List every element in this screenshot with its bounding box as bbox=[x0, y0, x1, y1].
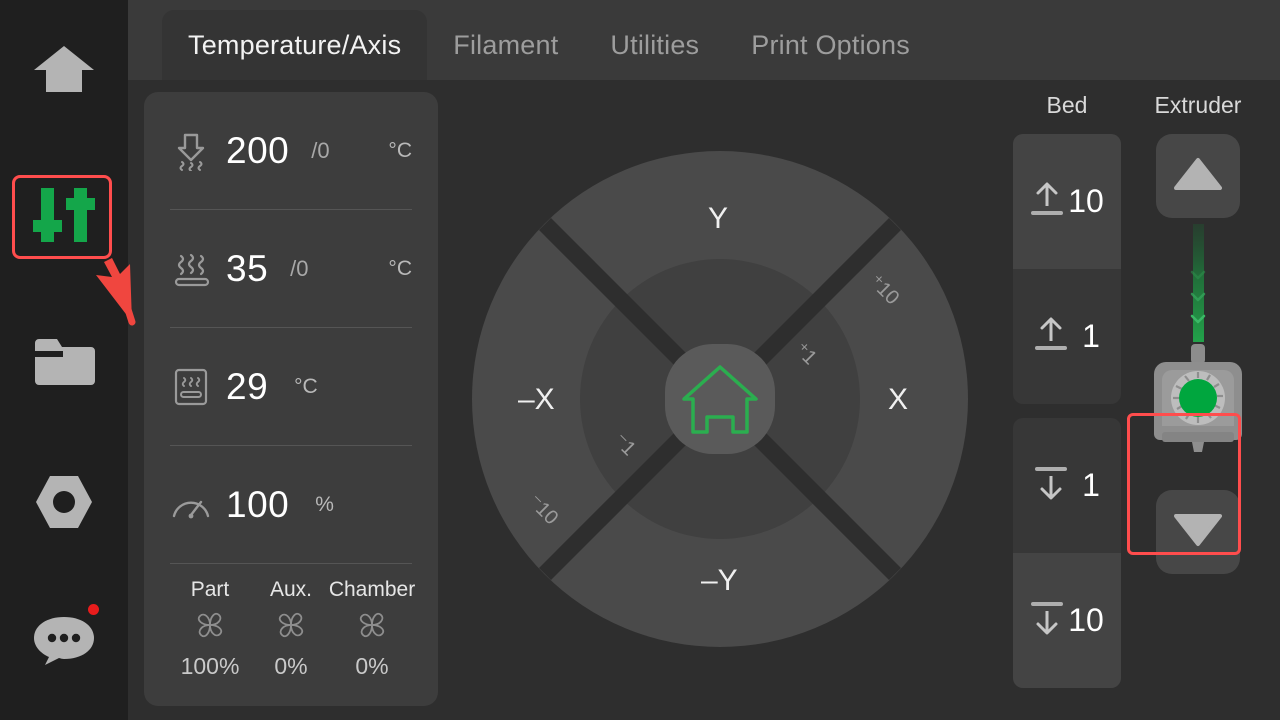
printer-control-screen: Temperature/Axis Filament Utilities Prin… bbox=[0, 0, 1280, 720]
bed-column-title: Bed bbox=[1047, 92, 1088, 122]
tab-utilities[interactable]: Utilities bbox=[584, 10, 725, 80]
fan-icon bbox=[192, 608, 228, 647]
tab-label: Filament bbox=[453, 30, 558, 61]
tab-bar: Temperature/Axis Filament Utilities Prin… bbox=[128, 0, 1280, 80]
chat-bubble-icon bbox=[32, 613, 96, 672]
sidebar-item-settings[interactable] bbox=[14, 464, 114, 544]
sidebar-item-home[interactable] bbox=[14, 32, 114, 112]
fan-label: Chamber bbox=[329, 578, 415, 602]
fan-aux[interactable]: Aux. 0% bbox=[251, 578, 331, 680]
fan-label: Aux. bbox=[270, 578, 312, 602]
chamber-icon bbox=[170, 366, 212, 408]
folder-icon bbox=[33, 335, 95, 390]
nozzle-temp-target: /0 bbox=[311, 138, 329, 164]
fan-value: 0% bbox=[274, 653, 307, 680]
tab-filament[interactable]: Filament bbox=[427, 10, 584, 80]
speed-value: 100 bbox=[226, 484, 289, 526]
axis-home-button[interactable] bbox=[665, 344, 775, 454]
bed-down-group: 1 10 bbox=[1013, 418, 1121, 688]
axis-wheel: Y X –Y –X ⁺10 ⁺1 ⁻1 ⁻10 bbox=[470, 149, 970, 649]
speed-unit: % bbox=[315, 493, 334, 517]
fan-status-group: Part 100% bbox=[170, 564, 412, 706]
tab-label: Print Options bbox=[751, 30, 910, 61]
tab-print-options[interactable]: Print Options bbox=[725, 10, 936, 80]
up-to-line-icon bbox=[1030, 180, 1064, 223]
tab-label: Utilities bbox=[610, 30, 699, 61]
axis-label-x-minus[interactable]: –X bbox=[518, 383, 555, 417]
extruder-control-column: Extruder bbox=[1134, 92, 1262, 706]
down-to-line-icon bbox=[1034, 464, 1068, 507]
content-area: 200 /0 °C 35 /0 °C bbox=[128, 80, 1280, 720]
bed-temp-unit: °C bbox=[388, 257, 412, 281]
bed-temp-target: /0 bbox=[290, 256, 308, 282]
bed-up-10-button[interactable]: 10 bbox=[1013, 134, 1121, 269]
tab-temperature-axis[interactable]: Temperature/Axis bbox=[162, 10, 427, 80]
axis-label-y-minus[interactable]: –Y bbox=[701, 564, 738, 598]
bed-step-label: 1 bbox=[1082, 318, 1100, 355]
fan-label: Part bbox=[191, 578, 230, 602]
bed-step-label: 1 bbox=[1082, 467, 1100, 504]
extruder-head-icon bbox=[1148, 344, 1248, 471]
fan-value: 100% bbox=[181, 653, 240, 680]
bed-down-10-button[interactable]: 10 bbox=[1013, 553, 1121, 688]
sliders-icon bbox=[33, 186, 95, 249]
sidebar-item-files[interactable] bbox=[14, 322, 114, 402]
sidebar-nav bbox=[0, 0, 128, 720]
bed-temp-row[interactable]: 35 /0 °C bbox=[170, 210, 412, 328]
chamber-temp-row[interactable]: 29 °C bbox=[170, 328, 412, 446]
bed-step-label: 10 bbox=[1068, 183, 1104, 220]
fan-value: 0% bbox=[355, 653, 388, 680]
speed-gauge-icon bbox=[170, 484, 212, 526]
axis-control-area: Y X –Y –X ⁺10 ⁺1 ⁻1 ⁻10 bbox=[438, 92, 1002, 706]
bed-up-1-button[interactable]: 1 bbox=[1013, 269, 1121, 404]
bed-temp-value: 35 bbox=[226, 248, 268, 290]
speed-row[interactable]: 100 % bbox=[170, 446, 412, 564]
chamber-temp-value: 29 bbox=[226, 366, 268, 408]
main-area: Temperature/Axis Filament Utilities Prin… bbox=[128, 0, 1280, 720]
up-to-line-icon bbox=[1034, 315, 1068, 358]
home-icon bbox=[32, 44, 96, 101]
hex-nut-icon bbox=[33, 474, 95, 535]
extruder-head-button[interactable] bbox=[1143, 342, 1253, 472]
bed-up-group: 10 1 bbox=[1013, 134, 1121, 404]
nozzle-temp-unit: °C bbox=[388, 139, 412, 163]
fan-chamber[interactable]: Chamber 0% bbox=[332, 578, 412, 680]
tab-label: Temperature/Axis bbox=[188, 30, 401, 61]
axis-label-x-plus[interactable]: X bbox=[888, 383, 908, 417]
nozzle-temp-row[interactable]: 200 /0 °C bbox=[170, 92, 412, 210]
triangle-up-icon bbox=[1174, 157, 1222, 196]
chamber-temp-unit: °C bbox=[294, 375, 318, 399]
axis-label-y-plus[interactable]: Y bbox=[708, 202, 728, 236]
extruder-retract-button[interactable] bbox=[1156, 134, 1240, 218]
bed-control-column: Bed 10 bbox=[1008, 92, 1126, 706]
fan-icon bbox=[354, 608, 390, 647]
nozzle-icon bbox=[170, 130, 212, 172]
filament-path-icon bbox=[1184, 224, 1212, 342]
down-to-line-icon bbox=[1030, 599, 1064, 642]
sidebar-item-chat[interactable] bbox=[14, 602, 114, 682]
bed-heat-icon bbox=[170, 248, 212, 290]
bed-step-label: 10 bbox=[1068, 602, 1104, 639]
extruder-extrude-button[interactable] bbox=[1156, 490, 1240, 574]
fan-part[interactable]: Part 100% bbox=[170, 578, 250, 680]
sidebar-item-control[interactable] bbox=[14, 177, 114, 257]
extruder-column-title: Extruder bbox=[1155, 92, 1242, 122]
triangle-down-icon bbox=[1174, 513, 1222, 552]
fan-icon bbox=[273, 608, 309, 647]
bed-down-1-button[interactable]: 1 bbox=[1013, 418, 1121, 553]
chat-notification-badge bbox=[88, 604, 99, 615]
nozzle-temp-value: 200 bbox=[226, 130, 289, 172]
temperature-panel: 200 /0 °C 35 /0 °C bbox=[144, 92, 438, 706]
